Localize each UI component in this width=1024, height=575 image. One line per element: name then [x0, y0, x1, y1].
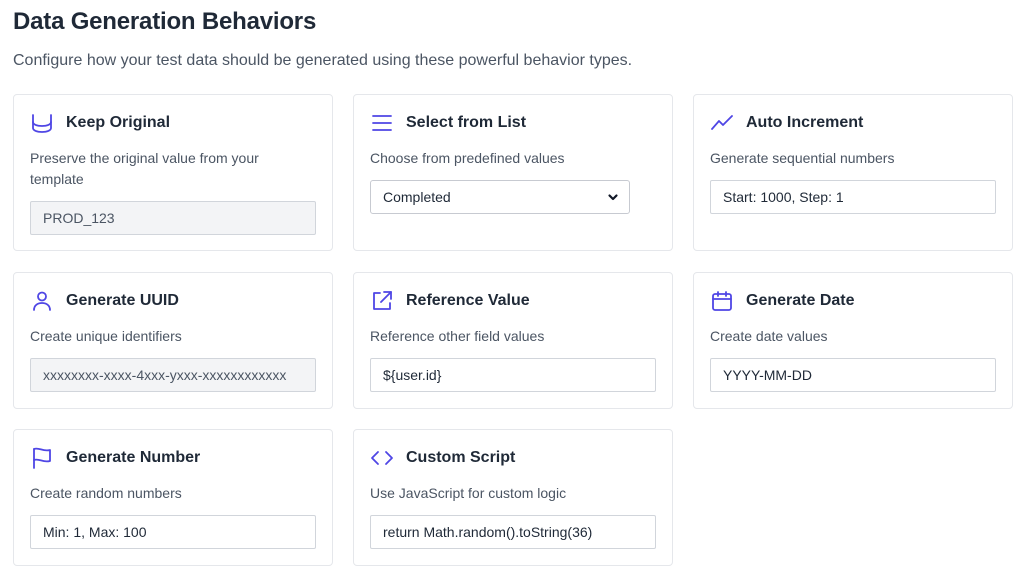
number-range-input[interactable]	[30, 515, 316, 549]
trending-up-icon	[710, 111, 734, 135]
card-title: Generate Number	[66, 449, 201, 466]
card-title: Custom Script	[406, 449, 516, 466]
user-icon	[30, 289, 54, 313]
chevron-down-icon	[607, 191, 619, 203]
card-description: Create random numbers	[30, 485, 182, 501]
keep-original-input[interactable]	[30, 201, 316, 235]
auto-increment-input[interactable]	[710, 180, 996, 214]
card-generate-number: Generate Number Create random numbers	[13, 429, 333, 566]
external-link-icon	[370, 289, 394, 313]
card-title: Reference Value	[406, 292, 530, 309]
card-title: Keep Original	[66, 114, 171, 131]
page-subtitle: Configure how your test data should be g…	[13, 52, 633, 69]
reference-value-input[interactable]	[370, 358, 656, 392]
card-description: Preserve the original value from your te…	[30, 150, 259, 187]
code-icon	[370, 446, 394, 470]
date-format-input[interactable]	[710, 358, 996, 392]
card-keep-original: Keep Original Preserve the original valu…	[13, 94, 333, 251]
card-title: Auto Increment	[746, 114, 864, 131]
card-description: Generate sequential numbers	[710, 150, 895, 166]
status-select-value: Completed	[383, 189, 451, 205]
uuid-input[interactable]	[30, 358, 316, 392]
card-description: Reference other field values	[370, 328, 545, 344]
card-reference-value: Reference Value Reference other field va…	[353, 272, 673, 409]
card-generate-uuid: Generate UUID Create unique identifiers	[13, 272, 333, 409]
card-select-from-list: Select from List Choose from predefined …	[353, 94, 673, 251]
database-icon	[30, 111, 54, 135]
calendar-icon	[710, 289, 734, 313]
custom-script-input[interactable]	[370, 515, 656, 549]
flag-icon	[30, 446, 54, 470]
list-icon	[370, 111, 394, 135]
status-select[interactable]: Completed	[370, 180, 630, 214]
card-description: Choose from predefined values	[370, 150, 565, 166]
card-generate-date: Generate Date Create date values	[693, 272, 1013, 409]
card-description: Create unique identifiers	[30, 328, 182, 344]
card-auto-increment: Auto Increment Generate sequential numbe…	[693, 94, 1013, 251]
card-title: Generate UUID	[66, 292, 179, 309]
card-description: Create date values	[710, 328, 828, 344]
card-title: Generate Date	[746, 292, 855, 309]
card-custom-script: Custom Script Use JavaScript for custom …	[353, 429, 673, 566]
card-title: Select from List	[406, 114, 527, 131]
page-title: Data Generation Behaviors	[13, 8, 317, 35]
card-description: Use JavaScript for custom logic	[370, 485, 567, 501]
